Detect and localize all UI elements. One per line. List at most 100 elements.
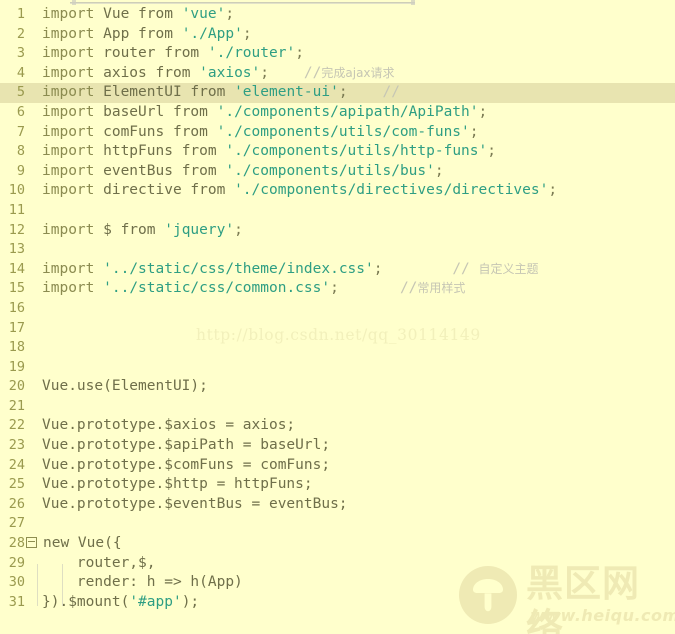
token-punc: ; <box>225 6 235 22</box>
code-line-text: }).$mount('#app'); <box>36 593 199 613</box>
code-line-text: import router from './router'; <box>36 44 304 64</box>
token-kw: import <box>42 103 95 120</box>
code-line-text: Vue.prototype.$http = httpFuns; <box>36 475 313 495</box>
code-line[interactable]: 24 Vue.prototype.$comFuns = comFuns; <box>0 456 675 476</box>
code-line-text: import directive from './components/dire… <box>36 181 557 201</box>
line-number: 21 <box>8 397 25 414</box>
token-kw: import <box>42 123 95 140</box>
token-str: './components/apipath/ApiPath' <box>216 103 479 120</box>
token-kw: import <box>42 45 95 62</box>
token-str: 'vue' <box>181 6 226 22</box>
heiqu-logo-watermark: 黑区网络 www.heiqu.com <box>458 562 675 634</box>
line-number: 27 <box>8 515 25 532</box>
token-cmt-cn: 常用样式 <box>417 281 466 296</box>
token-punc: ; <box>234 221 243 238</box>
token-plain: baseUrl from <box>94 103 217 120</box>
code-line[interactable]: 27 <box>0 514 675 534</box>
token-plain: Vue.use(ElementUI); <box>42 378 208 395</box>
code-line-text: import axios from 'axios'; //完成ajax请求 <box>36 64 395 84</box>
token-kw: import <box>42 64 95 81</box>
code-line-text: import $ from 'jquery'; <box>36 221 243 241</box>
code-line-text: Vue.use(ElementUI); <box>36 377 208 397</box>
code-line[interactable]: 20 Vue.use(ElementUI); <box>0 377 675 397</box>
line-number: 7 <box>16 123 25 140</box>
token-kw: import <box>42 260 95 277</box>
line-number: 29 <box>8 554 25 571</box>
token-plain: ); <box>181 593 200 610</box>
token-plain: eventBus from <box>94 162 226 179</box>
token-str: './router' <box>207 45 296 62</box>
token-str: './components/directives/directives' <box>234 182 549 199</box>
code-line-text: render: h => h(App) <box>36 573 243 593</box>
line-number: 31 <box>8 593 25 610</box>
code-line[interactable]: 12 import $ from 'jquery'; <box>0 221 675 241</box>
code-line[interactable]: 17 <box>0 319 675 339</box>
code-line[interactable]: 7 import comFuns from './components/utils… <box>0 123 675 143</box>
line-number: 4 <box>16 64 25 81</box>
code-line[interactable]: 14 import '../static/css/theme/index.css'… <box>0 260 675 280</box>
code-line-text: import App from './App'; <box>36 25 252 45</box>
token-plain: }).$mount( <box>42 593 130 610</box>
code-line[interactable]: 19 <box>0 358 675 378</box>
token-plain: render: h => h(App) <box>42 574 243 591</box>
code-line[interactable]: 21 <box>0 397 675 417</box>
line-number: 15 <box>8 280 25 297</box>
code-line[interactable]: 9 import eventBus from './components/util… <box>0 162 675 182</box>
code-line-text: import httpFuns from './components/utils… <box>36 142 496 162</box>
token-str: 'jquery' <box>164 221 235 238</box>
line-number: 1 <box>16 6 25 22</box>
code-line-text: import Vue from 'vue'; <box>36 5 234 25</box>
code-line[interactable]: 5 import ElementUI from 'element-ui'; // <box>0 83 675 103</box>
code-line-text: router,$, <box>36 554 156 574</box>
code-line-text: import baseUrl from './components/apipat… <box>36 103 487 123</box>
code-line[interactable]: 16 <box>0 299 675 319</box>
indent-guide <box>62 564 63 606</box>
token-punc: ; <box>295 45 304 62</box>
token-plain: ElementUI from <box>94 84 235 101</box>
token-cmt: // <box>382 84 400 101</box>
code-line[interactable]: 4 import axios from 'axios'; //完成ajax请求 <box>0 64 675 84</box>
code-line-text: import eventBus from './components/utils… <box>36 162 444 182</box>
code-line-text: Vue.prototype.$eventBus = eventBus; <box>36 495 348 515</box>
token-plain: Vue from <box>94 6 182 22</box>
token-str: '../static/css/common.css' <box>103 280 331 297</box>
code-line[interactable]: 15 import '../static/css/common.css'; //常… <box>0 279 675 299</box>
code-line[interactable]: 18 <box>0 338 675 358</box>
code-line[interactable]: 3 import router from './router'; <box>0 44 675 64</box>
code-line-text: new Vue({ <box>37 534 122 554</box>
code-line[interactable]: 6 import baseUrl from './components/apipa… <box>0 103 675 123</box>
mushroom-icon <box>459 566 517 624</box>
code-line[interactable]: 25 Vue.prototype.$http = httpFuns; <box>0 475 675 495</box>
token-str: './components/utils/com-funs' <box>216 123 470 140</box>
token-cmt-cn: 自定义主题 <box>478 261 539 276</box>
code-line[interactable]: 28 new Vue({ <box>0 534 675 554</box>
code-fold-toggle[interactable] <box>26 536 37 548</box>
code-line[interactable]: 10 import directive from './components/di… <box>0 181 675 201</box>
code-line[interactable]: 2 import App from './App'; <box>0 25 675 45</box>
token-plain: httpFuns from <box>94 143 226 160</box>
token-plain: axios from <box>94 64 200 81</box>
token-punc: ; <box>469 123 479 140</box>
code-line[interactable]: 13 <box>0 240 675 260</box>
code-line[interactable]: 1 import Vue from 'vue'; <box>0 5 675 25</box>
token-punc: ; <box>242 25 252 42</box>
code-lines-container[interactable]: 1 import Vue from 'vue'; 2 import App from … <box>0 5 675 612</box>
token-cmt: // <box>303 64 322 81</box>
code-line[interactable]: 8 import httpFuns from './components/util… <box>0 142 675 162</box>
code-line-text: import '../static/css/theme/index.css'; … <box>36 260 539 280</box>
code-line[interactable]: 22 Vue.prototype.$axios = axios; <box>0 416 675 436</box>
code-editor-view: http://blog.csdn.net/qq_30114149 1 import… <box>0 0 675 634</box>
token-cmt-cn: 完成ajax请求 <box>321 65 395 80</box>
token-plain: Vue.prototype.$comFuns = comFuns; <box>42 456 331 473</box>
code-line[interactable]: 23 Vue.prototype.$apiPath = baseUrl; <box>0 436 675 456</box>
code-line[interactable]: 26 Vue.prototype.$eventBus = eventBus; <box>0 495 675 515</box>
line-number: 28 <box>8 535 25 552</box>
token-str: './components/utils/bus' <box>225 162 435 179</box>
line-number: 22 <box>8 417 25 434</box>
line-number: 25 <box>8 476 25 493</box>
code-line[interactable]: 11 <box>0 201 675 221</box>
